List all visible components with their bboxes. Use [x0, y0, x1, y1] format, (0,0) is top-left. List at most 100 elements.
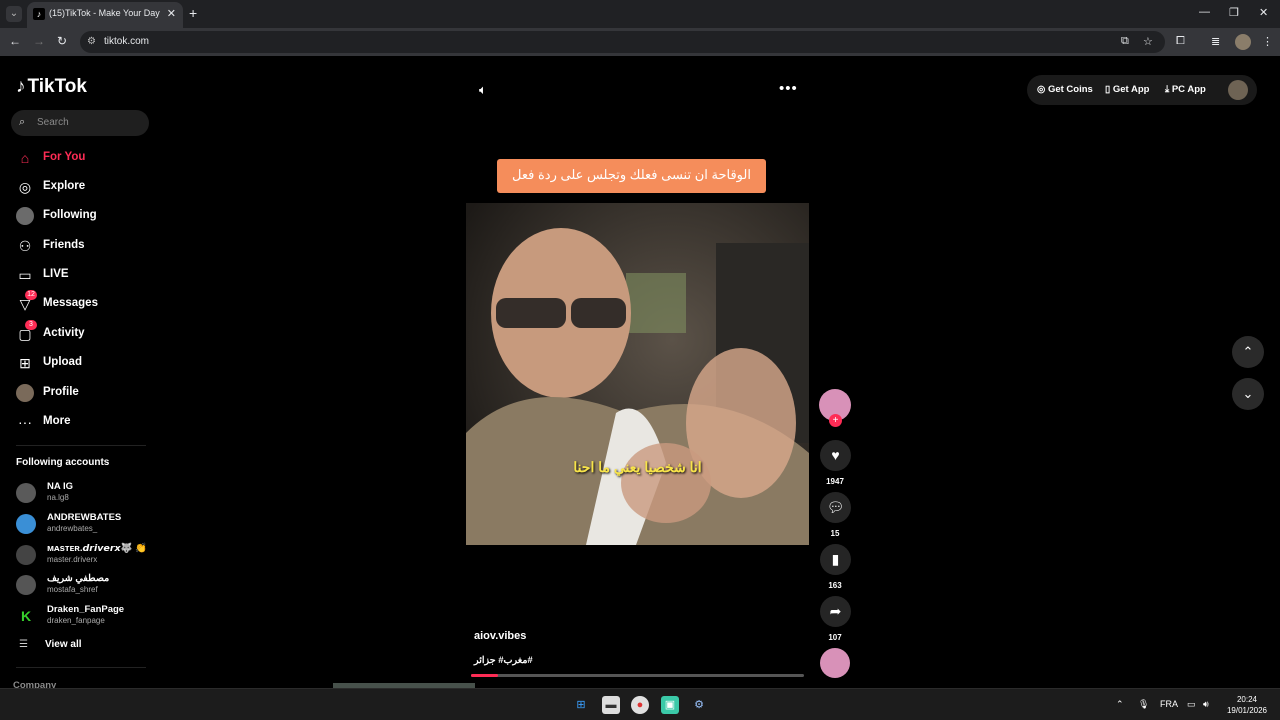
search-input[interactable]: ⌕ Search — [11, 110, 149, 136]
account-item[interactable]: ᴍᴀsᴛᴇʀ.𝙙𝙧𝙞𝙫𝙚𝙧𝙭🐺 👏 master.driverx — [16, 542, 156, 572]
account-item[interactable]: K Draken_FanPage draken_fanpage — [16, 603, 156, 633]
nav-label: Messages — [43, 297, 98, 309]
nav-explore[interactable]: ◎ Explore — [16, 176, 156, 198]
tiktok-favicon-icon: ♪ — [33, 8, 45, 20]
new-tab-icon[interactable]: + — [189, 5, 197, 21]
next-video-button[interactable]: ⌄ — [1232, 378, 1264, 410]
divider — [16, 445, 146, 446]
bookmark-icon: ▮ — [831, 551, 840, 567]
nav-profile[interactable]: Profile — [16, 382, 156, 404]
file-explorer-icon[interactable]: ▬ — [602, 696, 620, 714]
avatar — [16, 514, 36, 534]
account-item[interactable]: NA IG na.lg8 — [16, 480, 156, 510]
user-avatar[interactable] — [1228, 80, 1248, 100]
follow-plus-icon[interactable]: + — [829, 414, 842, 427]
tab-search-icon[interactable]: ⌄ — [6, 6, 22, 22]
nav-label: Activity — [43, 327, 85, 339]
address-bar[interactable]: ⚙ tiktok.com — [80, 31, 1165, 53]
media-icon[interactable]: ≣ — [1211, 35, 1220, 48]
more-dots-icon: ··· — [18, 414, 32, 430]
more-options-icon[interactable]: ••• — [779, 80, 798, 97]
nav-friends[interactable]: ⚇ Friends — [16, 235, 156, 257]
site-info-icon[interactable]: ⚙ — [87, 36, 96, 47]
company-link[interactable]: Company — [13, 680, 56, 688]
video-progress-bar[interactable] — [471, 674, 804, 677]
divider — [16, 667, 146, 668]
save-count: 163 — [828, 581, 842, 590]
avatar — [16, 483, 36, 503]
pc-app-button[interactable]: ⤓ PC App — [1165, 84, 1206, 95]
steam-icon[interactable]: ⚙ — [690, 696, 708, 714]
language-indicator[interactable]: FRA — [1160, 699, 1178, 709]
extensions-icon[interactable]: ⧠ — [1176, 35, 1185, 48]
video-hashtags[interactable]: مغرب# جزائر# — [474, 655, 533, 666]
browser-tabbar: ⌄ ♪ (15)TikTok - Make Your Day ✕ + — ❐ ✕ — [0, 0, 1280, 28]
messages-badge: 12 — [25, 290, 37, 300]
heart-icon: ♥ — [831, 447, 840, 463]
share-button[interactable]: ➦ — [820, 596, 851, 627]
logo-text: TikTok — [27, 76, 87, 97]
view-all-label: View all — [45, 639, 82, 650]
network-icon[interactable]: ▭ — [1187, 699, 1196, 710]
app-icon[interactable]: ▣ — [661, 696, 679, 714]
nav-upload[interactable]: ⊞ Upload — [16, 352, 156, 374]
window-close-icon[interactable]: ✕ — [1259, 6, 1268, 19]
comment-button[interactable]: 💬︎ — [820, 492, 851, 523]
avatar — [16, 575, 36, 595]
nav-more[interactable]: ··· More — [16, 411, 156, 433]
save-button[interactable]: ▮ — [820, 544, 851, 575]
clock[interactable]: 20:24 19/01/2026 — [1222, 694, 1272, 716]
search-placeholder: Search — [37, 117, 69, 128]
account-handle: master.driverx — [47, 555, 98, 564]
back-icon[interactable]: ← — [9, 34, 21, 48]
previous-video-button[interactable]: ⌃ — [1232, 336, 1264, 368]
browser-profile-avatar[interactable] — [1235, 34, 1251, 50]
browser-menu-icon[interactable]: ⋮ — [1262, 35, 1273, 48]
live-icon: ▭ — [18, 267, 32, 283]
windows-start-icon[interactable]: ⊞ — [572, 696, 590, 714]
tab-title: (15)TikTok - Make Your Day — [49, 8, 160, 18]
tray-chevron-icon[interactable]: ⌃ — [1116, 699, 1124, 710]
nav-following[interactable]: Following — [16, 205, 156, 227]
account-item[interactable]: مصطفي شريف mostafa_shref — [16, 572, 156, 602]
video-player[interactable]: انا شخصيا يعني ما احنا — [466, 203, 809, 545]
get-app-button[interactable]: ▯ Get App — [1105, 84, 1149, 95]
music-disc-avatar[interactable] — [820, 648, 850, 678]
account-name: مصطفي شريف — [47, 573, 110, 584]
bookmark-star-icon[interactable]: ☆ — [1143, 35, 1153, 48]
nav-messages[interactable]: ▽ 12 Messages — [16, 290, 156, 315]
clock-date: 19/01/2026 — [1226, 706, 1268, 715]
account-handle: na.lg8 — [47, 493, 69, 502]
nav-label: Explore — [43, 180, 86, 192]
microphone-icon[interactable]: 🎙︎ — [1138, 699, 1149, 710]
upload-icon: ⊞ — [19, 355, 31, 371]
minimize-icon[interactable]: — — [1199, 6, 1210, 18]
tiktok-logo[interactable]: ♪ TikTok — [16, 76, 87, 98]
nav-live[interactable]: ▭ LIVE — [16, 264, 156, 286]
reload-icon[interactable]: ↻ — [57, 34, 67, 48]
nav-label: Profile — [43, 386, 79, 398]
comment-count: 15 — [830, 529, 840, 538]
search-icon: ⌕ — [19, 116, 26, 128]
nav-activity[interactable]: ▢ 3 Activity — [16, 320, 156, 345]
profile-avatar — [16, 384, 34, 402]
account-name: NA IG — [47, 481, 74, 492]
install-icon[interactable]: ⧉ — [1121, 35, 1129, 48]
video-author[interactable]: aiov.vibes — [474, 630, 526, 642]
video-caption-banner: الوقاحة ان تنسى فعلك وتجلس على ردة فعل — [497, 159, 766, 193]
like-button[interactable]: ♥ — [820, 440, 851, 471]
account-handle: draken_fanpage — [47, 616, 105, 625]
speaker-icon[interactable]: 🔊︎ — [1203, 699, 1209, 710]
browser-tab[interactable]: ♪ (15)TikTok - Make Your Day ✕ — [27, 2, 183, 28]
compass-icon: ◎ — [18, 179, 32, 195]
volume-icon[interactable]: 🔈︎ — [479, 82, 487, 98]
forward-icon[interactable]: → — [33, 34, 45, 48]
restore-icon[interactable]: ❐ — [1229, 6, 1239, 19]
video-subtitle: انا شخصيا يعني ما احنا — [573, 459, 702, 475]
url-text: tiktok.com — [104, 36, 150, 47]
chrome-icon[interactable]: ● — [631, 696, 649, 714]
account-item[interactable]: ANDREWBATES andrewbates_ — [16, 511, 156, 541]
get-coins-button[interactable]: ◎ Get Coins — [1037, 84, 1093, 95]
tab-close-icon[interactable]: ✕ — [167, 7, 176, 20]
nav-for-you[interactable]: ⌂ For You — [16, 147, 156, 169]
